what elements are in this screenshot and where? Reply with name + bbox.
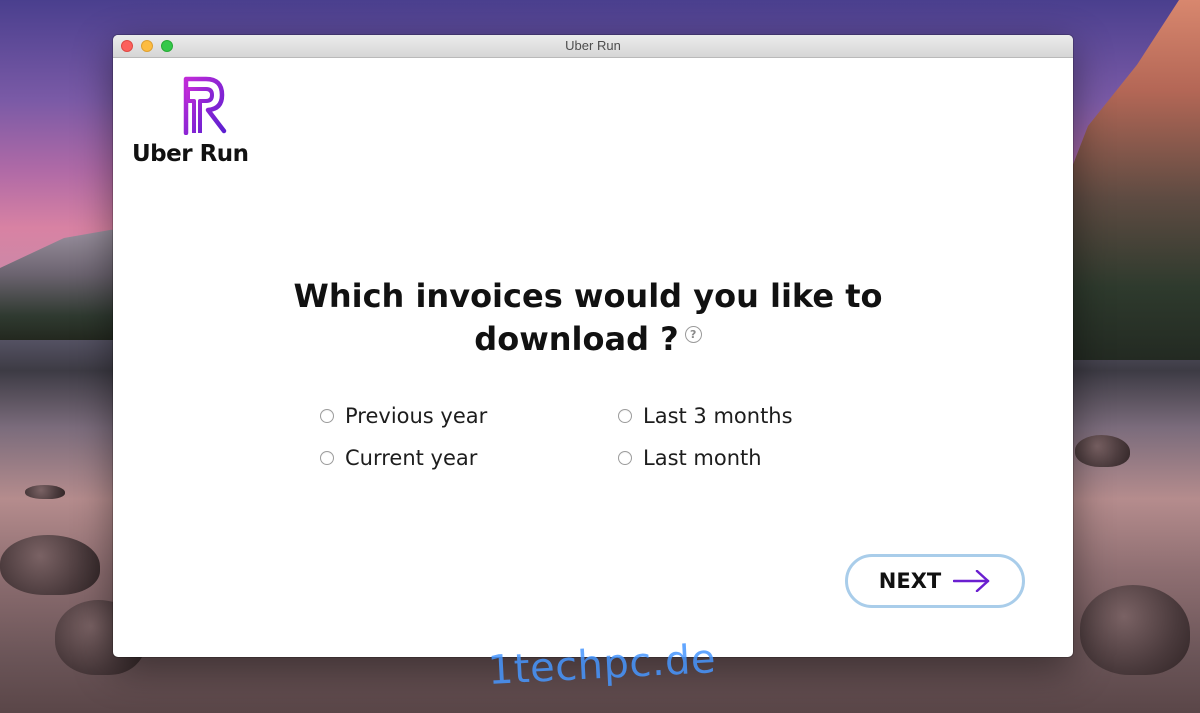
option-last-3-months[interactable]: Last 3 months — [618, 404, 840, 428]
question-circle-icon[interactable]: ? — [684, 326, 702, 343]
radio-button[interactable] — [618, 451, 632, 465]
next-button[interactable]: NEXT — [845, 554, 1025, 608]
option-label: Current year — [345, 446, 478, 470]
question-line-2: download ?? — [263, 318, 913, 361]
radio-button[interactable] — [320, 409, 334, 423]
next-button-label: NEXT — [878, 569, 942, 593]
window-title: Uber Run — [565, 38, 621, 53]
option-current-year[interactable]: Current year — [320, 446, 618, 470]
invoice-period-options: Previous year Last 3 months Current year… — [320, 404, 840, 470]
desktop-background: Uber Run Uber Run Which invoices would y… — [0, 0, 1200, 713]
option-label: Last month — [643, 446, 762, 470]
logo-text: Uber Run — [132, 141, 249, 167]
background-rock — [1080, 585, 1190, 675]
page-title: Which invoices would you like to downloa… — [263, 275, 913, 361]
title-bar: Uber Run — [113, 35, 1073, 58]
app-window: Uber Run Uber Run Which invoices would y… — [113, 35, 1073, 657]
arrow-right-icon — [953, 570, 990, 592]
background-rock — [0, 535, 100, 595]
option-label: Previous year — [345, 404, 488, 428]
background-rock — [1075, 435, 1130, 467]
background-mountain — [1060, 0, 1200, 360]
question-line-1: Which invoices would you like to — [293, 277, 883, 315]
option-previous-year[interactable]: Previous year — [320, 404, 618, 428]
option-last-month[interactable]: Last month — [618, 446, 840, 470]
radio-button[interactable] — [618, 409, 632, 423]
option-label: Last 3 months — [643, 404, 793, 428]
r-logo-icon — [183, 76, 227, 135]
radio-button[interactable] — [320, 451, 334, 465]
background-rock — [25, 485, 65, 499]
question-line-2-text: download ? — [474, 320, 679, 358]
